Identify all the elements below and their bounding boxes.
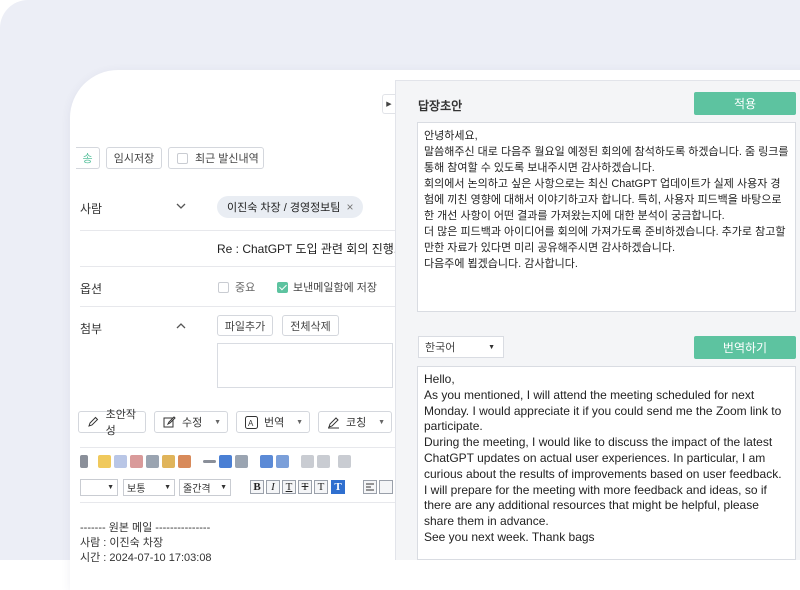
split-cells-icon[interactable] [317, 455, 330, 468]
save-sent-checkbox[interactable] [277, 281, 288, 293]
original-mail-from: 사람 : 이진숙 차장 [80, 537, 164, 549]
draft-label: 초안작성 [105, 409, 136, 437]
recent-sent-button[interactable]: 최근 발신내역 [168, 147, 264, 169]
divider [80, 306, 410, 307]
important-checkbox[interactable] [218, 281, 229, 293]
caret-down-icon: ▼ [164, 484, 171, 491]
recent-sent-label: 최근 발신내역 [195, 153, 259, 165]
collapse-panel-button[interactable]: ▶ [382, 94, 395, 114]
paste-text-icon[interactable] [178, 455, 191, 468]
pencil-icon [86, 415, 100, 429]
line-height-value: 줄간격 [183, 484, 211, 495]
apply-label: 적용 [733, 97, 757, 111]
divider [80, 447, 410, 448]
bold-button[interactable]: B [250, 480, 264, 494]
chevron-right-icon: ▶ [386, 101, 392, 108]
paste-icon[interactable] [162, 455, 175, 468]
align-center-icon[interactable] [379, 480, 393, 494]
draft-textarea[interactable]: 안녕하세요, 말씀해주신 대로 다음주 월요일 예정된 회의에 참석하도록 하겠… [417, 122, 796, 312]
svg-text:A: A [248, 419, 254, 428]
save-draft-button[interactable]: 임시저장 [106, 147, 162, 169]
add-file-label: 파일추가 [224, 320, 266, 333]
translate-action-button[interactable]: 번역하기 [694, 336, 796, 359]
editor-toolbar-row1 [80, 455, 351, 468]
strikethrough-button[interactable]: T [298, 480, 312, 494]
pen-icon [326, 415, 340, 429]
translate-action-label: 번역하기 [722, 341, 768, 355]
send-button[interactable]: 송 [76, 147, 100, 169]
font-color-button[interactable]: T [314, 480, 328, 494]
caret-down-icon: ▼ [488, 343, 495, 351]
translation-textarea[interactable]: Hello, As you mentioned, I will attend t… [417, 366, 796, 560]
recent-sent-checkbox[interactable] [177, 152, 188, 164]
special-char-icon[interactable] [235, 455, 248, 468]
language-value: 한국어 [425, 342, 456, 354]
copy-icon[interactable] [146, 455, 159, 468]
language-select[interactable]: 한국어 ▼ [418, 336, 504, 358]
italic-button[interactable]: I [266, 480, 280, 494]
edit-icon [162, 415, 176, 429]
edit-table-icon[interactable] [276, 455, 289, 468]
chevron-down-icon[interactable] [174, 199, 188, 213]
important-label: 중요 [235, 282, 256, 294]
caret-down-icon: ▼ [214, 418, 221, 426]
translate-icon: A [244, 415, 258, 429]
recipient-chip-label: 이진숙 차장 / 경영정보팀 [227, 202, 341, 214]
translate-button[interactable]: A 번역 ▼ [236, 411, 310, 433]
draft-button[interactable]: 초안작성 [78, 409, 146, 437]
coach-button[interactable]: 코칭 ▼ [318, 411, 392, 433]
recipient-label: 사람 [80, 202, 103, 216]
save-sent-option[interactable]: 보낸메일함에 저장 [277, 279, 377, 295]
divider [80, 266, 410, 267]
align-left-icon[interactable] [363, 480, 377, 494]
caret-down-icon: ▼ [378, 418, 385, 426]
merge-cells-icon[interactable] [301, 455, 314, 468]
recipient-chip[interactable]: 이진숙 차장 / 경영정보팀 × [217, 196, 363, 218]
background-color-button[interactable]: T [331, 480, 345, 494]
caret-down-icon: ▼ [107, 484, 114, 491]
translate-label: 번역 [264, 417, 285, 429]
options-label: 옵션 [80, 282, 103, 296]
horizontal-rule-icon[interactable] [203, 460, 216, 463]
coach-label: 코칭 [346, 417, 367, 429]
add-file-button[interactable]: 파일추가 [217, 315, 273, 336]
save-draft-label: 임시저장 [113, 153, 155, 165]
divider [395, 80, 800, 81]
attachment-dropzone[interactable] [217, 343, 393, 388]
table-icon[interactable] [260, 455, 273, 468]
chevron-up-icon[interactable] [174, 319, 188, 333]
caret-down-icon: ▼ [296, 418, 303, 426]
close-icon[interactable]: × [346, 200, 353, 214]
cut-icon[interactable] [130, 455, 143, 468]
cell-props-icon[interactable] [338, 455, 351, 468]
edit-label: 수정 [182, 417, 203, 429]
underline-button[interactable]: T [282, 480, 296, 494]
apply-button[interactable]: 적용 [694, 92, 796, 115]
undo-icon[interactable] [98, 455, 111, 468]
line-height-select[interactable]: 줄간격 ▼ [179, 479, 231, 496]
edit-button[interactable]: 수정 ▼ [154, 411, 228, 433]
divider [80, 230, 410, 231]
print-icon[interactable] [80, 455, 88, 468]
original-mail-time: 시간 : 2024-07-10 17:03:08 [80, 552, 212, 564]
font-size-select[interactable]: 보통 ▼ [123, 479, 175, 496]
image-icon[interactable] [219, 455, 232, 468]
save-sent-label: 보낸메일함에 저장 [293, 282, 378, 294]
font-size-value: 보통 [127, 484, 146, 495]
subject-field[interactable]: Re : ChatGPT 도입 관련 회의 진행. [217, 240, 397, 257]
delete-all-button[interactable]: 전체삭제 [282, 315, 339, 336]
font-family-select[interactable]: ▼ [80, 479, 118, 496]
delete-all-label: 전체삭제 [290, 320, 331, 333]
panel-title: 답장초안 [418, 99, 463, 113]
caret-down-icon: ▼ [220, 484, 227, 491]
divider [80, 502, 410, 503]
redo-icon[interactable] [114, 455, 127, 468]
original-mail-header: ------- 원본 메일 --------------- [80, 522, 211, 534]
attach-label: 첨부 [80, 322, 103, 336]
send-button-label: 송 [82, 153, 93, 165]
important-option[interactable]: 중요 [218, 279, 255, 295]
